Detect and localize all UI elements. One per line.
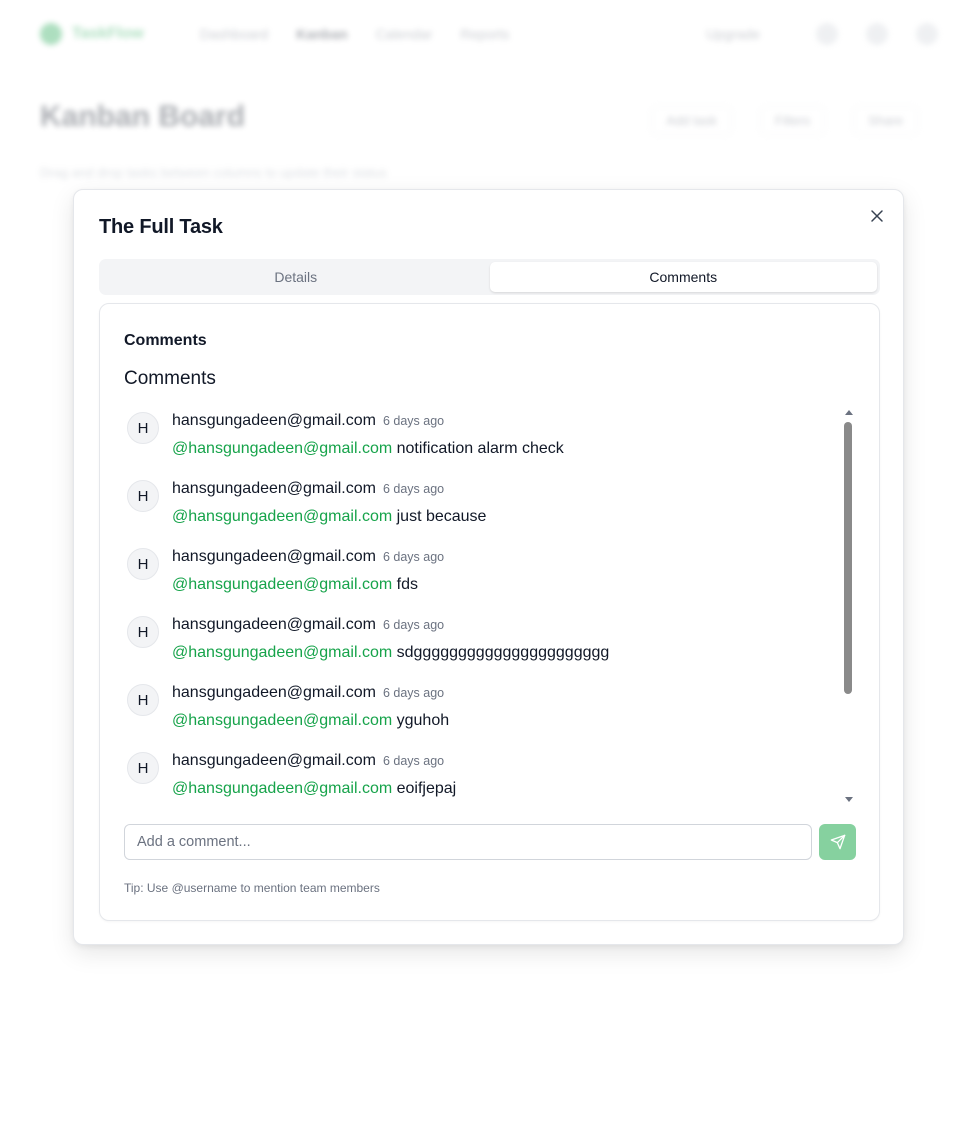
background-upgrade: Upgrade: [706, 26, 760, 42]
task-modal: The Full Task Details Comments Comments …: [73, 189, 904, 945]
tab-comments[interactable]: Comments: [489, 262, 877, 292]
comment-item: H hansgungadeen@gmail.com 6 days ago @han…: [124, 614, 836, 682]
comment-list-scrollbar[interactable]: [842, 410, 854, 802]
background-bell-icon: [816, 23, 838, 45]
background-nav-item: Dashboard: [199, 26, 269, 42]
tab-list: Details Comments: [99, 259, 880, 295]
comment-author: hansgungadeen@gmail.com: [172, 548, 376, 565]
scroll-up-arrow-icon[interactable]: [845, 410, 853, 415]
background-page-title: Kanban Board: [40, 100, 246, 133]
avatar: H: [127, 480, 159, 512]
comment-item: H hansgungadeen@gmail.com 6 days ago @han…: [124, 750, 836, 806]
background-action: Filters: [759, 106, 826, 135]
comment-input[interactable]: [125, 825, 811, 859]
comment-input-wrapper: [124, 824, 812, 860]
scroll-down-arrow-icon[interactable]: [845, 797, 853, 802]
avatar: H: [127, 684, 159, 716]
background-action: Add task: [651, 106, 732, 135]
close-button[interactable]: [865, 204, 889, 228]
comment-time: 6 days ago: [382, 618, 445, 632]
comment-time: 6 days ago: [382, 754, 445, 768]
comment-text: just because: [392, 508, 487, 525]
card-header: Comments: [124, 332, 207, 349]
avatar: H: [127, 616, 159, 648]
comment-text: sdgggggggggggggggggggggg: [392, 644, 610, 661]
comment-mention[interactable]: @hansgungadeen@gmail.com: [172, 780, 392, 797]
background-settings-icon: [866, 23, 888, 45]
comment-author: hansgungadeen@gmail.com: [172, 480, 376, 497]
comment-author: hansgungadeen@gmail.com: [172, 412, 376, 429]
background-subtitle: Drag and drop tasks between columns to u…: [40, 165, 387, 180]
comment-text: eoifjepaj: [392, 780, 457, 797]
background-brand: TaskFlow: [72, 25, 144, 42]
comment-item: H hansgungadeen@gmail.com 6 days ago @han…: [124, 478, 836, 546]
comment-mention[interactable]: @hansgungadeen@gmail.com: [172, 508, 392, 525]
background-avatar: [916, 23, 938, 45]
send-icon: [830, 834, 845, 850]
background-navbar: TaskFlow Dashboard Kanban Calendar Repor…: [0, 0, 978, 68]
comment-time: 6 days ago: [382, 482, 445, 496]
scrollbar-thumb[interactable]: [844, 422, 852, 694]
section-title: Comments: [124, 368, 216, 389]
comment-item: H hansgungadeen@gmail.com 6 days ago @han…: [124, 682, 836, 750]
mention-tip: Tip: Use @username to mention team membe…: [124, 881, 380, 895]
comment-mention[interactable]: @hansgungadeen@gmail.com: [172, 440, 392, 457]
avatar: H: [127, 412, 159, 444]
background-nav-item: Calendar: [375, 26, 433, 42]
background-nav-item: Kanban: [296, 26, 348, 42]
modal-title: The Full Task: [99, 216, 223, 238]
avatar: H: [127, 752, 159, 784]
close-icon: [871, 210, 883, 222]
comments-card: Comments Comments H hansgungadeen@gmail.…: [99, 303, 880, 921]
comment-item: H hansgungadeen@gmail.com 6 days ago @han…: [124, 546, 836, 614]
comment-item: H hansgungadeen@gmail.com 6 days ago @han…: [124, 410, 836, 478]
comment-time: 6 days ago: [382, 414, 445, 428]
comment-time: 6 days ago: [382, 550, 445, 564]
send-button[interactable]: [819, 824, 856, 860]
background-action: Share: [853, 106, 918, 135]
comment-author: hansgungadeen@gmail.com: [172, 752, 376, 769]
comment-text: yguhoh: [392, 712, 450, 729]
background-logo-icon: [40, 23, 62, 45]
comment-mention[interactable]: @hansgungadeen@gmail.com: [172, 576, 392, 593]
comment-time: 6 days ago: [382, 686, 445, 700]
comment-list[interactable]: H hansgungadeen@gmail.com 6 days ago @han…: [124, 410, 836, 806]
comment-author: hansgungadeen@gmail.com: [172, 616, 376, 633]
avatar: H: [127, 548, 159, 580]
tab-details[interactable]: Details: [102, 262, 490, 292]
comment-author: hansgungadeen@gmail.com: [172, 684, 376, 701]
comment-mention[interactable]: @hansgungadeen@gmail.com: [172, 644, 392, 661]
background-nav-item: Reports: [460, 26, 510, 42]
comment-text: fds: [392, 576, 418, 593]
comment-text: notification alarm check: [392, 440, 564, 457]
comment-mention[interactable]: @hansgungadeen@gmail.com: [172, 712, 392, 729]
